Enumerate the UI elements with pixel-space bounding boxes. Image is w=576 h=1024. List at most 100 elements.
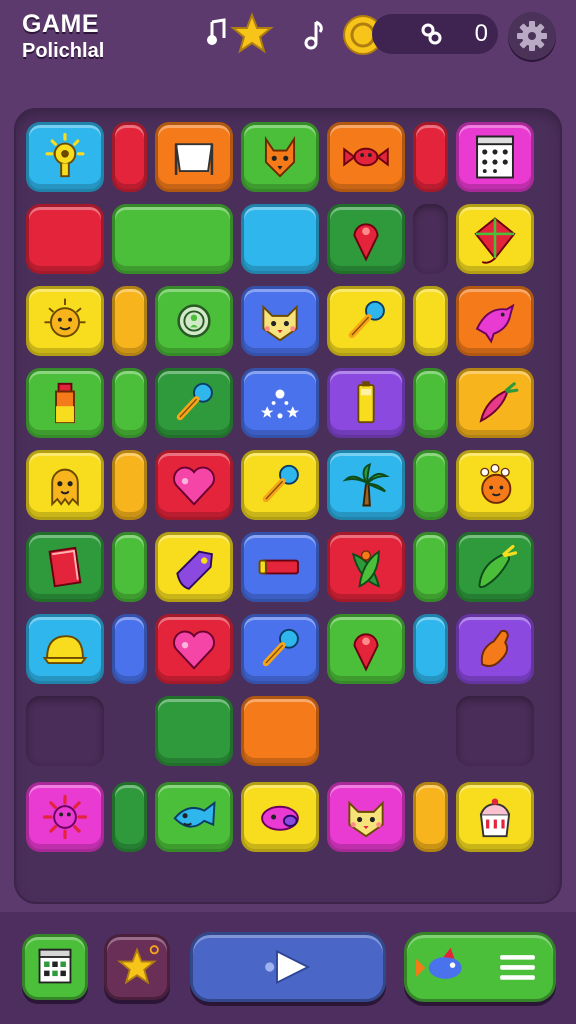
- tag-icon: [176, 550, 213, 590]
- cat-tile[interactable]: [327, 782, 405, 852]
- fish-tile[interactable]: [155, 782, 233, 852]
- plant-tile[interactable]: [327, 532, 405, 602]
- sparkles-icon: [260, 389, 300, 419]
- block-tile[interactable]: [413, 368, 448, 438]
- ghost-tile[interactable]: [26, 450, 104, 520]
- block-tile[interactable]: [112, 532, 147, 602]
- lion-tile[interactable]: [26, 286, 104, 356]
- cake-icon: [479, 798, 511, 838]
- block-tile[interactable]: [112, 782, 147, 852]
- calendar-button[interactable]: [22, 934, 88, 1000]
- menu-button[interactable]: [404, 932, 556, 1002]
- ring-tile[interactable]: [155, 286, 233, 356]
- mic-tile[interactable]: [241, 450, 319, 520]
- star-icon: [230, 12, 274, 56]
- block-tile[interactable]: [112, 614, 147, 684]
- block-tile[interactable]: [112, 368, 147, 438]
- book-tile[interactable]: [26, 532, 104, 602]
- cat-icon: [348, 800, 384, 838]
- heart-icon: [173, 466, 215, 506]
- game-subtitle: Polichlal: [22, 40, 105, 62]
- flag-tile[interactable]: [155, 122, 233, 192]
- top-bar: GAME Polichlal 0: [0, 0, 576, 80]
- play-icon: [265, 949, 311, 985]
- block-tile[interactable]: [413, 614, 448, 684]
- cap-icon: [42, 635, 88, 665]
- palm-tile[interactable]: [327, 450, 405, 520]
- settings-button[interactable]: [508, 12, 556, 60]
- music-note-icon[interactable]: [204, 18, 230, 48]
- sun-tile[interactable]: [26, 122, 104, 192]
- block-tile[interactable]: [112, 204, 233, 274]
- block-tile[interactable]: [241, 696, 319, 766]
- calendar-icon: [38, 948, 72, 984]
- pin-icon: [353, 223, 379, 262]
- game-title: GAME: [22, 10, 99, 38]
- fox-icon: [264, 135, 296, 178]
- bar-tile[interactable]: [241, 532, 319, 602]
- block-tile[interactable]: [26, 204, 104, 274]
- music-note-icon[interactable]: [300, 18, 326, 52]
- heart-tile[interactable]: [155, 450, 233, 520]
- dolphin-tile[interactable]: [456, 286, 534, 356]
- heart-tile[interactable]: [155, 614, 233, 684]
- menu-icon: [500, 955, 535, 980]
- score-value: 0: [474, 20, 488, 47]
- favorites-button[interactable]: [104, 934, 170, 1000]
- lion-icon: [44, 298, 86, 338]
- cap-tile[interactable]: [26, 614, 104, 684]
- ring-icon: [177, 304, 211, 338]
- carrot-icon: [479, 382, 519, 423]
- stars-tile[interactable]: [241, 368, 319, 438]
- glove-tile[interactable]: [456, 614, 534, 684]
- mic-tile[interactable]: [155, 368, 233, 438]
- block-tile[interactable]: [413, 286, 448, 356]
- shell-tile[interactable]: [241, 782, 319, 852]
- block-tile[interactable]: [413, 122, 448, 192]
- book-icon: [48, 546, 82, 588]
- menu-button-graphic: [416, 947, 535, 980]
- tag-tile[interactable]: [155, 532, 233, 602]
- cake-tile[interactable]: [456, 782, 534, 852]
- battery-tile[interactable]: [327, 368, 405, 438]
- block-tile[interactable]: [413, 450, 448, 520]
- fish-icon: [416, 947, 462, 979]
- cat-tile[interactable]: [241, 286, 319, 356]
- virus-icon: [42, 794, 88, 840]
- block-tile[interactable]: [413, 782, 448, 852]
- block-tile[interactable]: [112, 122, 147, 192]
- palm-tree-icon: [342, 462, 390, 507]
- fox-tile[interactable]: [241, 122, 319, 192]
- kite-tile[interactable]: [456, 204, 534, 274]
- gear-icon: [516, 20, 548, 52]
- mic-tile[interactable]: [327, 286, 405, 356]
- pin-tile[interactable]: [327, 614, 405, 684]
- flag-icon: [174, 143, 214, 175]
- ghost-icon: [51, 468, 79, 507]
- block-tile[interactable]: [112, 450, 147, 520]
- pin-tile[interactable]: [327, 204, 405, 274]
- candy-icon: [343, 147, 389, 167]
- calendar-tile[interactable]: [456, 122, 534, 192]
- pin-icon: [353, 633, 379, 672]
- fish-icon: [173, 800, 216, 828]
- candy-tile[interactable]: [327, 122, 405, 192]
- shell-icon: [261, 805, 299, 831]
- bottle-tile[interactable]: [26, 368, 104, 438]
- cucumber-icon: [478, 544, 518, 588]
- mic-tile[interactable]: [241, 614, 319, 684]
- hedgehog-tile[interactable]: [456, 450, 534, 520]
- block-tile[interactable]: [112, 286, 147, 356]
- block-tile[interactable]: [241, 204, 319, 274]
- play-button[interactable]: [190, 932, 386, 1002]
- block-tile[interactable]: [155, 696, 233, 766]
- heart-icon: [173, 630, 215, 670]
- microphone-icon: [262, 628, 299, 667]
- block-tile[interactable]: [413, 532, 448, 602]
- virus-tile[interactable]: [26, 782, 104, 852]
- bottom-toolbar: [0, 912, 576, 1024]
- carrot-tile[interactable]: [456, 368, 534, 438]
- cucumber-tile[interactable]: [456, 532, 534, 602]
- score-display: 0: [372, 14, 498, 54]
- infinity-icon: [420, 22, 444, 46]
